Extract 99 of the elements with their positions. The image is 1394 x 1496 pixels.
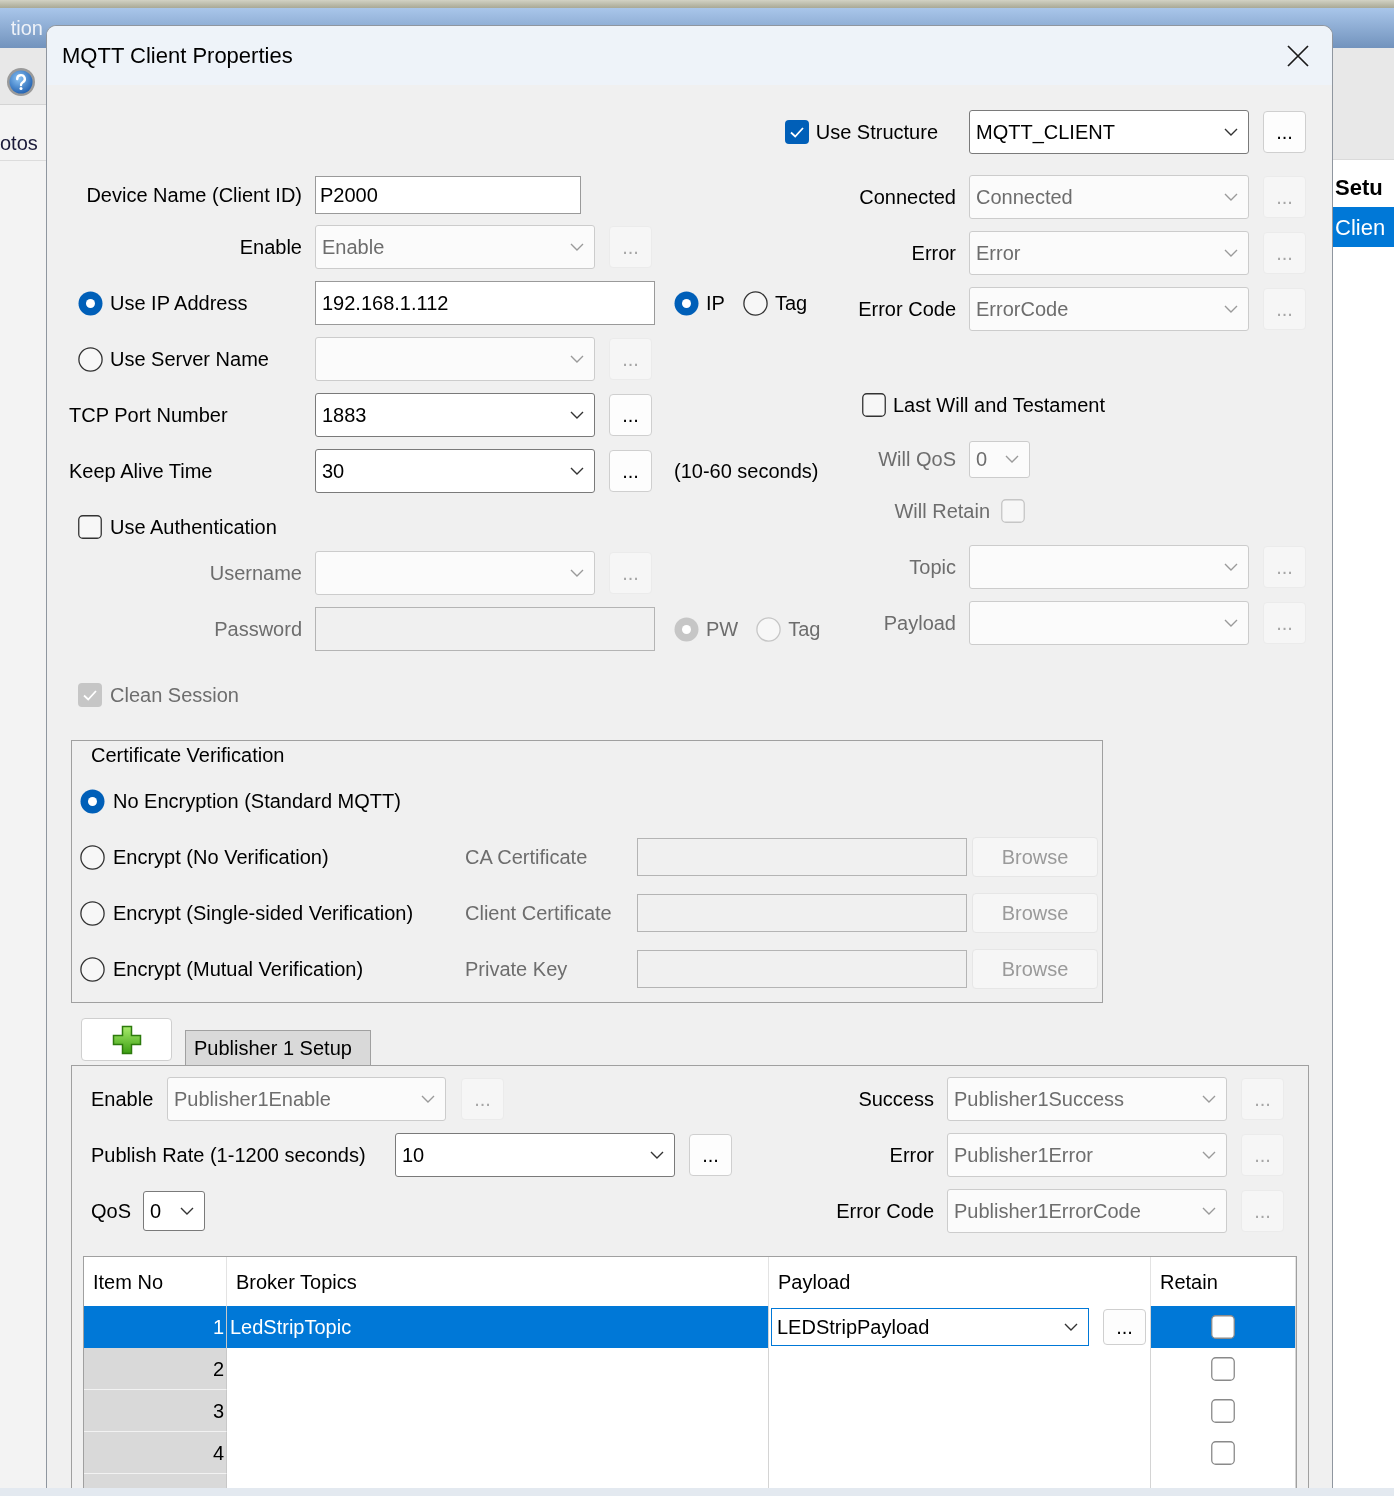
radio-label: Use IP Address [110,291,248,316]
field-label: TCP Port Number [69,403,228,428]
field-label: Error [889,1143,934,1168]
field-label: Will Retain [894,499,990,524]
field-label: Success [858,1087,934,1112]
radio-label: Use Server Name [110,347,269,372]
chevron-down-icon [1224,128,1238,136]
checkbox[interactable] [1211,1399,1235,1423]
field-label: Payload [883,611,956,636]
field-label: Password [214,617,302,642]
chevron-down-icon [1224,563,1238,571]
help-icon[interactable] [6,67,36,97]
table-row[interactable]: 2 [84,1348,1296,1390]
radio-button[interactable] [80,788,105,814]
chevron-down-icon [1224,193,1238,201]
checkbox[interactable] [862,393,886,417]
ellipsis-button[interactable]: ... [609,450,652,492]
checkbox-label: Clean Session [110,683,239,708]
field-label: Enable [91,1087,154,1112]
checkbox-label: Use Authentication [110,515,277,540]
chevron-down-icon [1202,1151,1216,1159]
radio-button[interactable] [78,346,103,372]
radio-label: IP [706,291,725,316]
chevron-down-icon [1202,1207,1216,1215]
field-label: Topic [909,555,956,580]
plus-icon [111,1024,142,1055]
checkbox[interactable] [1211,1441,1235,1465]
table-cell: 4 [84,1432,227,1474]
text-field[interactable]: 192.168.1.112 [315,281,655,325]
chevron-down-icon [570,569,584,577]
table-row[interactable]: 3 [84,1390,1296,1432]
chevron-down-icon [1064,1323,1078,1331]
checkbox-label: Use Structure [815,120,938,145]
radio-button[interactable] [674,290,699,316]
field-label: Keep Alive Time [69,459,213,484]
field-label: Will QoS [878,447,956,472]
field-label: Device Name (Client ID) [86,183,302,208]
chevron-down-icon [570,243,584,251]
field-label: Error Code [836,1199,934,1224]
ellipsis-button[interactable]: ... [689,1134,732,1176]
table-row[interactable]: 1 LedStripTopic LEDStripPayload ... [84,1306,1296,1348]
chevron-down-icon [1224,619,1238,627]
field-label: Private Key [465,957,568,982]
chevron-down-icon [570,355,584,363]
checkbox[interactable] [784,120,809,144]
chevron-down-icon [650,1151,664,1159]
dropdown[interactable]: 0 [143,1191,205,1231]
table-cell: 3 [84,1390,227,1432]
dropdown[interactable]: LEDStripPayload [771,1308,1089,1346]
dropdown[interactable]: MQTT_CLIENT [969,110,1249,154]
checkbox-label: Last Will and Testament [893,393,1105,418]
field-label: Error [911,241,956,266]
dropdown[interactable]: 10 [395,1133,675,1177]
chevron-down-icon [421,1095,435,1103]
radio-label: Tag [788,617,821,642]
field-label: Error Code [858,297,956,322]
chevron-down-icon [1224,305,1238,313]
ellipsis-button[interactable]: ... [609,394,652,436]
window-title: MQTT Client Properties [62,42,294,70]
radio-label: Encrypt (Mutual Verification) [113,957,364,982]
chevron-down-icon [1202,1095,1216,1103]
chevron-down-icon [1224,249,1238,257]
field-label: CA Certificate [465,845,588,870]
chevron-down-icon [570,467,584,475]
section-heading: Setu [1334,175,1384,201]
table-cell: 2 [84,1348,227,1390]
radio-label: No Encryption (Standard MQTT) [113,789,401,814]
chevron-down-icon [180,1207,194,1215]
checkbox[interactable] [78,515,102,539]
radio-label: Encrypt (No Verification) [113,845,329,870]
radio-button[interactable] [742,290,768,316]
field-label: Client Certificate [465,901,612,926]
field-label: Enable [239,235,302,260]
dropdown[interactable]: 1883 [315,393,595,437]
add-button[interactable] [81,1018,172,1061]
field-label: Username [209,561,302,586]
dropdown[interactable]: 30 [315,449,595,493]
radio-label: Encrypt (Single-sided Verification) [113,901,414,926]
checkbox[interactable] [1211,1357,1235,1381]
chevron-down-icon [570,411,584,419]
toolbar-item[interactable]: otos [0,127,38,158]
ellipsis-button[interactable]: ... [1103,1309,1146,1345]
tab[interactable]: Publisher 1 Setup [185,1030,371,1065]
field-label: Connected [859,185,956,210]
text-field[interactable]: P2000 [315,176,581,214]
ellipsis-button[interactable]: ... [1263,111,1306,153]
field-label: Publish Rate (1-1200 seconds) [91,1143,366,1168]
radio-button[interactable] [78,290,103,316]
table-row[interactable]: 4 [84,1432,1296,1474]
close-icon[interactable] [1287,44,1309,67]
field-label: QoS [91,1199,132,1224]
list-item[interactable]: Clien [1333,207,1394,247]
radio-label: Tag [774,291,808,316]
group-title: Certificate Verification [91,743,285,768]
chevron-down-icon [1005,455,1019,463]
hint-text: (10-60 seconds) [674,459,819,484]
app-title: tion [10,16,43,41]
radio-label: PW [706,617,739,642]
checkbox[interactable] [1211,1315,1235,1339]
